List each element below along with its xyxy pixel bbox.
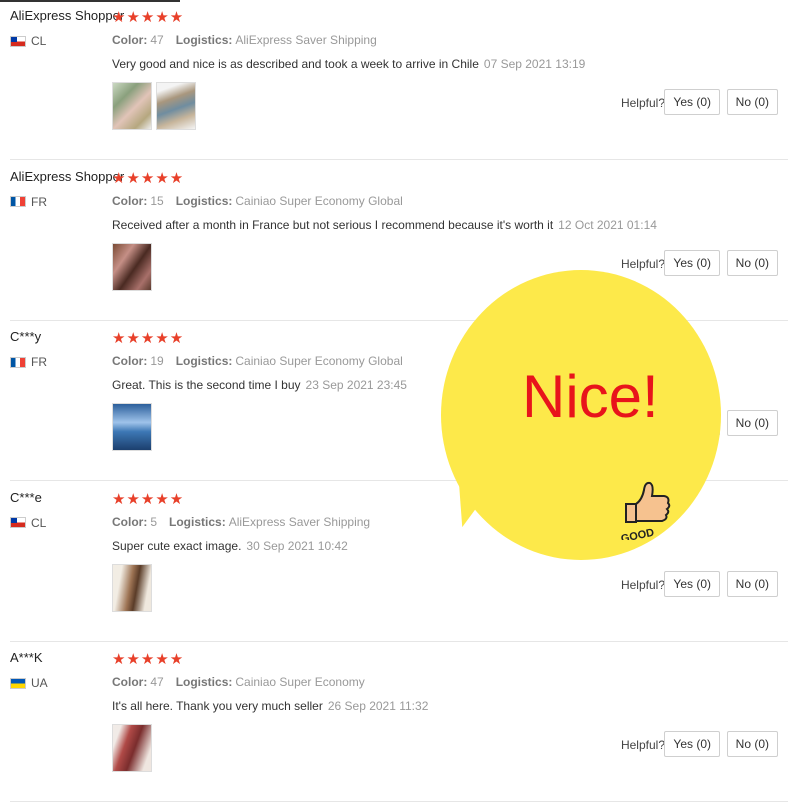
star-rating: ★★★★★ <box>112 9 185 26</box>
review-text: Super cute exact image. 30 Sep 2021 10:42 <box>112 539 348 553</box>
review-photos <box>112 403 152 451</box>
review-body: Great. This is the second time I buy <box>112 378 301 392</box>
country-code: CL <box>31 515 47 530</box>
logistics-label: Logistics: <box>175 33 233 47</box>
color-value: 5 <box>150 514 158 529</box>
star-rating: ★★★★★ <box>112 651 185 668</box>
review-meta: Color: 19 Logistics: Cainiao Super Economy … <box>112 354 403 368</box>
star-rating: ★★★★★ <box>112 169 185 187</box>
helpful-no-button[interactable]: No (0) <box>726 249 778 276</box>
logistics-label: Logistics: <box>175 354 233 368</box>
helpful-label: Helpful? <box>620 96 665 110</box>
logistics-label: Logistics: <box>175 193 233 208</box>
review-body: Received after a month in France but not… <box>112 217 554 232</box>
review-meta: Color: 15 Logistics: Cainiao Super Economy … <box>112 194 403 208</box>
review-meta: Color: 47 Logistics: Cainiao Super Economy <box>112 675 365 689</box>
color-value: 15 <box>150 193 164 208</box>
logistics-label: Logistics: <box>169 514 226 529</box>
country-flag-icon <box>10 35 26 47</box>
color-label: Color: <box>112 354 148 368</box>
review-date: 26 Sep 2021 11:32 <box>327 699 429 713</box>
helpful-label: Helpful? <box>620 256 665 271</box>
review-photo[interactable] <box>156 82 196 130</box>
review-date: 23 Sep 2021 23:45 <box>305 378 407 392</box>
review-body: It's all here. Thank you very much selle… <box>112 699 323 713</box>
review-photo[interactable] <box>112 82 152 130</box>
helpful-no-button[interactable]: No (0) <box>726 570 778 597</box>
thumbs-up-good-icon: GOOD <box>620 481 671 540</box>
reviewer-name: A***K <box>10 650 43 665</box>
star-rating: ★★★★★ <box>112 330 185 347</box>
review-photo[interactable] <box>112 724 152 772</box>
review-date: 12 Oct 2021 01:14 <box>558 217 657 232</box>
country-flag-icon <box>10 196 26 207</box>
reviewer-country: CL <box>10 34 46 48</box>
color-value: 47 <box>150 33 164 47</box>
review-date: 07 Sep 2021 13:19 <box>483 57 586 71</box>
reviewer-name: AliExpress Shopper <box>10 8 125 23</box>
review-photo[interactable] <box>112 242 152 291</box>
star-rating: ★★★★★ <box>112 490 185 508</box>
reviewer-country: CL <box>10 516 46 530</box>
logistics-value: Cainiao Super Economy <box>235 675 365 689</box>
review-item: AliExpress Shopper ★★★★★ FR Color: 15 Logi… <box>0 161 800 321</box>
country-code: FR <box>31 355 47 369</box>
review-meta: Color: 5 Logistics: AliExpress Saver Shippi… <box>112 515 370 529</box>
review-photos <box>112 724 152 772</box>
review-photos <box>112 242 152 291</box>
country-flag-icon <box>10 517 26 528</box>
review-item: AliExpress Shopper ★★★★★ CL Color: 47 Logi… <box>0 0 800 160</box>
review-photo[interactable] <box>112 403 152 451</box>
country-code: CL <box>31 34 47 48</box>
logistics-value: Cainiao Super Economy Global <box>235 354 403 368</box>
review-body: Very good and nice is as described and t… <box>112 57 479 71</box>
helpful-yes-button[interactable]: Yes (0) <box>664 570 720 597</box>
reviewer-name: C***e <box>10 489 42 505</box>
helpful-no-button[interactable]: No (0) <box>726 89 778 115</box>
logistics-label: Logistics: <box>175 675 233 689</box>
helpful-no-button[interactable]: No (0) <box>726 410 778 436</box>
review-text: Very good and nice is as described and t… <box>112 57 585 71</box>
logistics-value: AliExpress Saver Shipping <box>228 514 371 529</box>
good-sticker-text: GOOD <box>620 527 655 540</box>
review-photos <box>112 563 152 612</box>
reviewer-country: UA <box>10 676 48 690</box>
helpful-yes-button[interactable]: Yes (0) <box>664 89 720 115</box>
helpful-no-button[interactable]: No (0) <box>726 731 778 757</box>
review-item: A***K ★★★★★ UA Color: 47 Logistics: Cainiao… <box>0 642 800 802</box>
review-text: Received after a month in France but not… <box>112 218 657 232</box>
helpful-yes-button[interactable]: Yes (0) <box>664 249 720 276</box>
review-photo[interactable] <box>112 563 152 612</box>
color-label: Color: <box>112 33 148 47</box>
helpful-label: Helpful? <box>620 577 665 592</box>
logistics-value: Cainiao Super Economy Global <box>235 193 403 208</box>
color-label: Color: <box>112 193 148 208</box>
color-value: 47 <box>150 675 164 689</box>
review-text: Great. This is the second time I buy 23 S… <box>112 378 407 392</box>
reviewer-name: C***y <box>10 329 42 344</box>
country-flag-icon <box>10 356 26 368</box>
review-text: It's all here. Thank you very much selle… <box>112 699 428 713</box>
reviewer-name: AliExpress Shopper <box>10 168 125 184</box>
reviewer-country: FR <box>10 355 47 369</box>
logistics-value: AliExpress Saver Shipping <box>235 33 377 47</box>
review-meta: Color: 47 Logistics: AliExpress Saver Shipp… <box>112 33 377 47</box>
review-body: Super cute exact image. <box>112 538 242 553</box>
country-flag-icon <box>10 677 26 689</box>
color-value: 19 <box>150 354 164 368</box>
nice-caption: Nice! <box>522 363 659 430</box>
helpful-yes-button[interactable]: Yes (0) <box>664 731 720 757</box>
color-label: Color: <box>112 675 148 689</box>
country-code: FR <box>31 194 47 209</box>
color-label: Color: <box>112 514 148 529</box>
review-photos <box>112 82 196 130</box>
review-date: 30 Sep 2021 10:42 <box>246 538 348 553</box>
helpful-label: Helpful? <box>620 738 665 752</box>
country-code: UA <box>31 676 48 690</box>
reviewer-country: FR <box>10 195 47 209</box>
